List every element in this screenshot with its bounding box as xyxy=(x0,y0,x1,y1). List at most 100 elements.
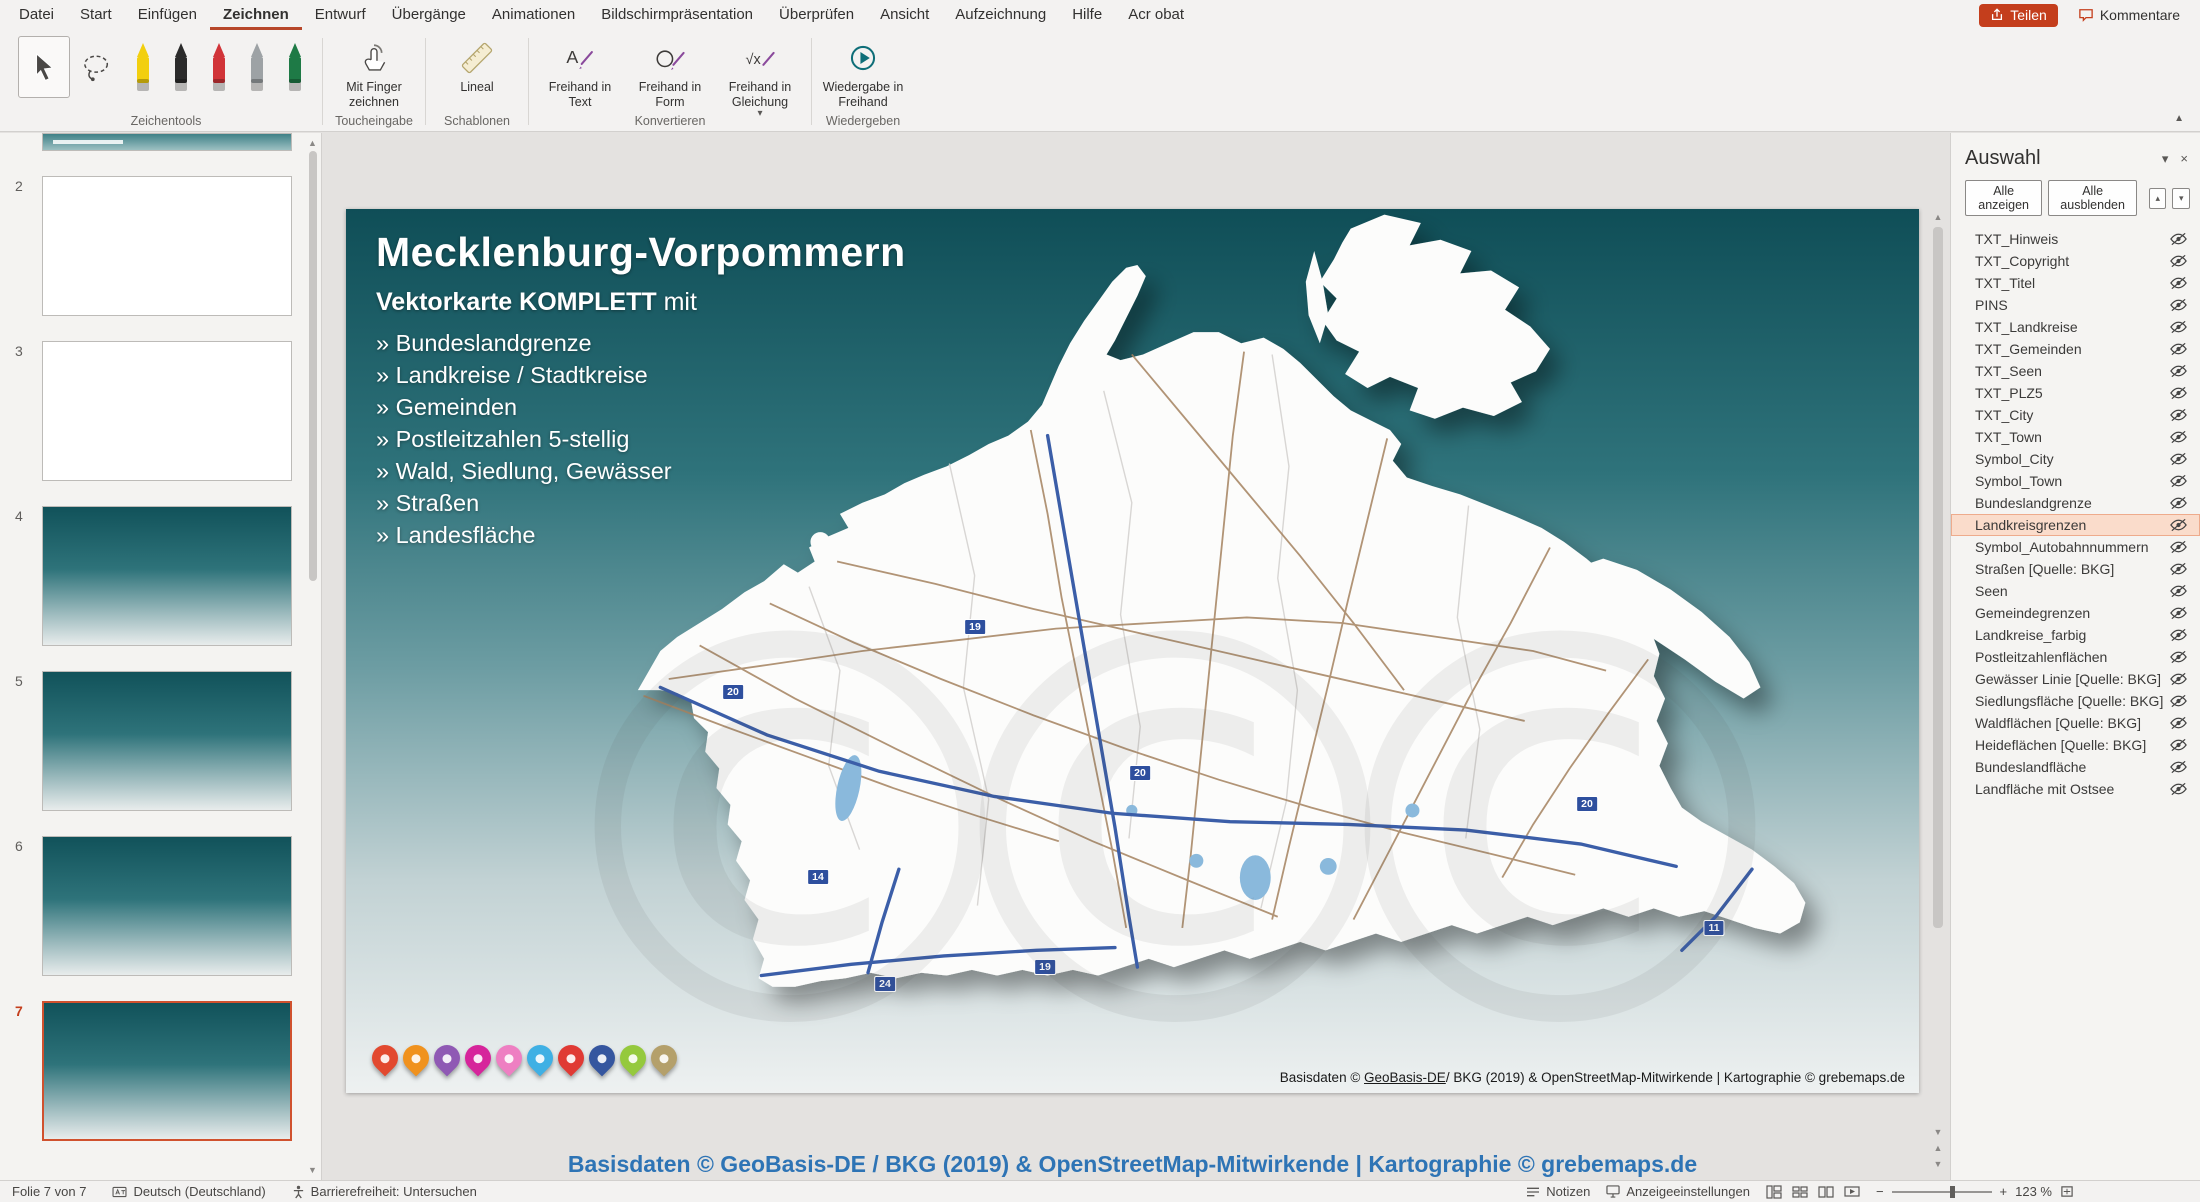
layer-item[interactable]: Gemeindegrenzen xyxy=(1951,602,2200,624)
layer-item[interactable]: TXT_Seen xyxy=(1951,360,2200,382)
language-button[interactable]: Deutsch (Deutschland) xyxy=(112,1184,265,1199)
map-pin[interactable] xyxy=(646,1040,683,1077)
visibility-toggle[interactable] xyxy=(2166,539,2188,555)
collapse-ribbon-button[interactable]: ▲ xyxy=(2168,112,2190,125)
lasso-tool-button[interactable] xyxy=(74,36,120,98)
move-up-button[interactable]: ▴ xyxy=(2149,188,2167,209)
menu-tab[interactable]: Entwurf xyxy=(302,0,379,30)
slide-thumbnail[interactable]: 6 xyxy=(42,836,292,976)
visibility-toggle[interactable] xyxy=(2166,605,2188,621)
visibility-toggle[interactable] xyxy=(2166,649,2188,665)
ink-to-math-button[interactable]: √x Freihand in Gleichung ▾ xyxy=(717,36,803,118)
slide-thumbnail[interactable]: 7 xyxy=(42,1001,292,1141)
layer-item[interactable]: Gewässer Linie [Quelle: BKG] xyxy=(1951,668,2200,690)
visibility-toggle[interactable] xyxy=(2166,341,2188,357)
pen-tool[interactable] xyxy=(162,36,200,102)
slide-sorter-view-button[interactable] xyxy=(1792,1185,1808,1199)
scroll-up-button[interactable]: ▲ xyxy=(1931,209,1946,225)
visibility-toggle[interactable] xyxy=(2166,363,2188,379)
visibility-toggle[interactable] xyxy=(2166,429,2188,445)
menu-tab[interactable]: Aufzeichnung xyxy=(942,0,1059,30)
attribution-link[interactable]: GeoBasis-DE xyxy=(1364,1070,1446,1085)
ink-to-text-button[interactable]: A Freihand in Text xyxy=(537,36,623,110)
menu-tab[interactable]: Hilfe xyxy=(1059,0,1115,30)
visibility-toggle[interactable] xyxy=(2166,781,2188,797)
layer-item[interactable]: TXT_PLZ5 xyxy=(1951,382,2200,404)
layer-item[interactable]: Seen xyxy=(1951,580,2200,602)
slide-canvas[interactable]: 20 19 20 20 19 24 14 11 xyxy=(322,133,1950,1180)
visibility-toggle[interactable] xyxy=(2166,451,2188,467)
scrollbar-thumb[interactable] xyxy=(1933,227,1943,928)
map-pin[interactable] xyxy=(522,1040,559,1077)
ruler-button[interactable]: Lineal xyxy=(434,36,520,95)
layer-item[interactable]: Bundeslandgrenze xyxy=(1951,492,2200,514)
scrollbar-track[interactable] xyxy=(308,151,318,1162)
map-attribution[interactable]: Basisdaten © GeoBasis-DE/ BKG (2019) & O… xyxy=(1280,1070,1905,1085)
layer-item[interactable]: Siedlungsfläche [Quelle: BKG] xyxy=(1951,690,2200,712)
layer-item[interactable]: PINS xyxy=(1951,294,2200,316)
visibility-toggle[interactable] xyxy=(2166,495,2188,511)
scrollbar-track[interactable] xyxy=(1932,225,1944,1124)
visibility-toggle[interactable] xyxy=(2166,297,2188,313)
ink-replay-button[interactable]: Wiedergabe in Freihand xyxy=(820,36,906,110)
layer-item[interactable]: TXT_City xyxy=(1951,404,2200,426)
visibility-toggle[interactable] xyxy=(2166,253,2188,269)
pen-tool[interactable] xyxy=(200,36,238,102)
share-button[interactable]: Teilen xyxy=(1979,4,2058,27)
visibility-toggle[interactable] xyxy=(2166,583,2188,599)
map-pin[interactable] xyxy=(553,1040,590,1077)
visibility-toggle[interactable] xyxy=(2166,671,2188,687)
layer-item[interactable]: Symbol_Autobahnnummern xyxy=(1951,536,2200,558)
layer-item[interactable]: TXT_Titel xyxy=(1951,272,2200,294)
accessibility-button[interactable]: Barrierefreiheit: Untersuchen xyxy=(292,1184,477,1199)
notes-button[interactable]: Notizen xyxy=(1526,1184,1590,1199)
visibility-toggle[interactable] xyxy=(2166,759,2188,775)
slide-thumbnail[interactable]: 2 xyxy=(42,176,292,316)
layer-item[interactable]: TXT_Landkreise xyxy=(1951,316,2200,338)
menu-tab[interactable]: Ansicht xyxy=(867,0,942,30)
menu-tab[interactable]: Animationen xyxy=(479,0,588,30)
layer-item[interactable]: Bundeslandfläche xyxy=(1951,756,2200,778)
show-all-button[interactable]: Alle anzeigen xyxy=(1965,180,2042,216)
comments-button[interactable]: Kommentare xyxy=(2072,6,2186,24)
pen-tool[interactable] xyxy=(238,36,276,102)
zoom-slider-handle[interactable] xyxy=(1950,1186,1955,1198)
layer-item[interactable]: Landkreise_farbig xyxy=(1951,624,2200,646)
scrollbar-thumb[interactable] xyxy=(309,151,317,581)
visibility-toggle[interactable] xyxy=(2166,561,2188,577)
map-pin[interactable] xyxy=(491,1040,528,1077)
zoom-level[interactable]: 123 % xyxy=(2015,1184,2052,1199)
select-tool-button[interactable] xyxy=(18,36,70,98)
menu-tab[interactable]: Acr obat xyxy=(1115,0,1197,30)
fit-to-window-button[interactable] xyxy=(2060,1185,2074,1198)
slide-thumbnail[interactable]: 5 xyxy=(42,671,292,811)
zoom-out-button[interactable]: − xyxy=(1876,1184,1884,1199)
layer-item[interactable]: Landfläche mit Ostsee xyxy=(1951,778,2200,800)
layer-item[interactable]: TXT_Gemeinden xyxy=(1951,338,2200,360)
visibility-toggle[interactable] xyxy=(2166,319,2188,335)
map-pin[interactable] xyxy=(584,1040,621,1077)
reading-view-button[interactable] xyxy=(1818,1185,1834,1199)
scroll-up-button[interactable]: ▲ xyxy=(305,135,320,151)
visibility-toggle[interactable] xyxy=(2166,715,2188,731)
layer-item[interactable]: Symbol_City xyxy=(1951,448,2200,470)
menu-tab[interactable]: Übergänge xyxy=(379,0,479,30)
hide-all-button[interactable]: Alle ausblenden xyxy=(2048,180,2137,216)
menu-tab[interactable]: Überprüfen xyxy=(766,0,867,30)
ink-to-shape-button[interactable]: Freihand in Form xyxy=(627,36,713,110)
layer-item[interactable]: Straßen [Quelle: BKG] xyxy=(1951,558,2200,580)
menu-tab[interactable]: Start xyxy=(67,0,125,30)
scroll-down-button[interactable]: ▼ xyxy=(1931,1124,1946,1140)
layer-item[interactable]: TXT_Copyright xyxy=(1951,250,2200,272)
canvas-scrollbar[interactable]: ▲ ▼ ▲ ▼ xyxy=(1930,209,1946,1172)
normal-view-button[interactable] xyxy=(1766,1185,1782,1199)
visibility-toggle[interactable] xyxy=(2166,275,2188,291)
visibility-toggle[interactable] xyxy=(2166,473,2188,489)
slide-counter[interactable]: Folie 7 von 7 xyxy=(12,1184,86,1199)
map-pin[interactable] xyxy=(367,1040,404,1077)
pen-tool[interactable] xyxy=(276,36,314,102)
pen-tool[interactable] xyxy=(124,36,162,102)
draw-with-finger-button[interactable]: Mit Finger zeichnen xyxy=(331,36,417,110)
layer-item[interactable]: TXT_Hinweis xyxy=(1951,228,2200,250)
visibility-toggle[interactable] xyxy=(2166,517,2188,533)
